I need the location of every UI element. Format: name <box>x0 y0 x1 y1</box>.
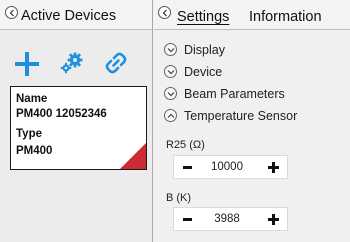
active-devices-header: Active Devices <box>0 0 152 30</box>
chevron-up-icon[interactable] <box>164 109 177 122</box>
section-device-label: Device <box>184 65 223 79</box>
settings-panel: Settings Information Display Device Beam… <box>154 0 350 242</box>
b-increment-button[interactable] <box>268 214 279 225</box>
chevron-left-icon[interactable] <box>158 6 171 19</box>
b-value[interactable]: 3988 <box>198 213 256 225</box>
gears-icon[interactable] <box>60 52 84 77</box>
settings-header: Settings Information <box>154 0 350 30</box>
device-type-value: PM400 <box>16 145 53 157</box>
section-beam-parameters[interactable]: Beam Parameters <box>164 85 344 103</box>
link-icon[interactable] <box>105 52 127 77</box>
active-devices-panel: Active Devices Name PM400 12052346 Type … <box>0 0 153 242</box>
device-name-value: PM400 12052346 <box>16 108 107 120</box>
b-decrement-button[interactable] <box>183 218 192 221</box>
r25-stepper: 10000 <box>173 155 288 179</box>
chevron-down-icon[interactable] <box>164 43 177 56</box>
b-label: B (K) <box>166 192 192 204</box>
device-name-label: Name <box>16 93 48 105</box>
device-type-label: Type <box>16 128 42 140</box>
section-temperature-sensor-label: Temperature Sensor <box>184 109 298 123</box>
tab-information[interactable]: Information <box>249 9 322 25</box>
tab-settings[interactable]: Settings <box>177 9 229 25</box>
device-status-corner <box>120 143 146 169</box>
section-device[interactable]: Device <box>164 63 344 81</box>
r25-value[interactable]: 10000 <box>198 161 256 173</box>
active-devices-title: Active Devices <box>21 8 117 24</box>
r25-label: R25 (Ω) <box>166 139 205 151</box>
section-beam-parameters-label: Beam Parameters <box>184 87 285 101</box>
r25-decrement-button[interactable] <box>183 166 192 169</box>
chevron-down-icon[interactable] <box>164 87 177 100</box>
chevron-left-icon[interactable] <box>5 6 18 19</box>
r25-increment-button[interactable] <box>268 162 279 173</box>
section-temperature-sensor[interactable]: Temperature Sensor <box>164 107 344 125</box>
section-display-label: Display <box>184 43 225 57</box>
chevron-down-icon[interactable] <box>164 65 177 78</box>
section-display[interactable]: Display <box>164 41 344 59</box>
b-stepper: 3988 <box>173 207 288 231</box>
plus-icon[interactable] <box>14 51 40 80</box>
device-card[interactable]: Name PM400 12052346 Type PM400 <box>10 86 147 170</box>
